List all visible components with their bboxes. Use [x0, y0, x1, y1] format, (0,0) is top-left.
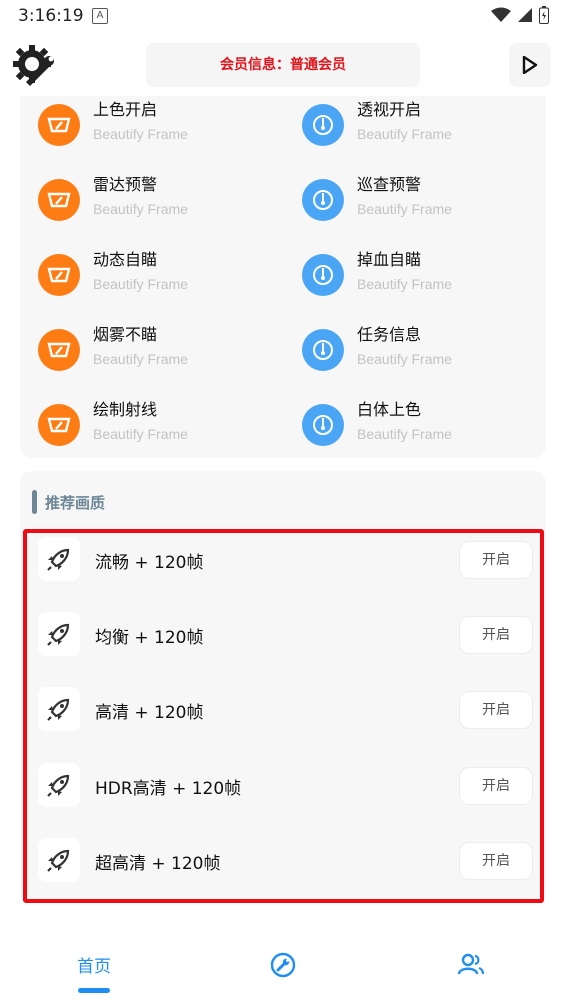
orange-badge-icon	[38, 404, 80, 446]
section-header: 推荐画质	[32, 489, 105, 515]
feature-subtitle: Beautify Frame	[357, 351, 452, 367]
blue-gauge-icon	[302, 254, 344, 296]
orange-badge-icon	[38, 104, 80, 146]
feature-item[interactable]: 动态自瞄 Beautify Frame	[20, 246, 260, 306]
status-time: 3:16:19	[18, 6, 84, 26]
feature-title: 掉血自瞄	[357, 250, 422, 269]
status-bar: 3:16:19 A	[0, 0, 565, 32]
feature-item[interactable]: 烟雾不瞄 Beautify Frame	[20, 321, 260, 381]
top-bar: 会员信息：普通会员	[0, 38, 565, 94]
orange-badge-icon	[38, 329, 80, 371]
wifi-icon	[491, 7, 511, 22]
feature-grid: 上色开启 透视开启 Beautify Frame Beautify Frame …	[20, 96, 546, 458]
feature-item[interactable]: 绘制射线 Beautify Frame	[20, 396, 260, 456]
feature-subtitle: Beautify Frame	[357, 426, 452, 442]
feature-item[interactable]: 巡查预警 Beautify Frame	[284, 171, 524, 231]
blue-gauge-icon	[302, 179, 344, 221]
bottom-nav: 首页	[0, 940, 565, 1004]
section-marker	[32, 490, 37, 514]
settings-wrench-icon[interactable]	[12, 44, 56, 88]
active-tab-indicator	[78, 988, 110, 993]
system-icons	[491, 6, 549, 24]
feature-item[interactable]: 白体上色 Beautify Frame	[284, 396, 524, 456]
nav-home-label: 首页	[77, 957, 111, 977]
blue-gauge-icon	[302, 329, 344, 371]
nav-tools-icon[interactable]	[270, 952, 296, 978]
feature-subtitle: Beautify Frame	[93, 126, 188, 142]
feature-subtitle: Beautify Frame	[93, 276, 188, 292]
feature-subtitle: Beautify Frame	[93, 351, 188, 367]
feature-subtitle: Beautify Frame	[93, 426, 188, 442]
blue-gauge-icon	[302, 104, 344, 146]
feature-subtitle: Beautify Frame	[93, 201, 188, 217]
feature-title: 巡查预警	[357, 175, 422, 194]
member-info: 会员信息：普通会员	[146, 43, 420, 87]
battery-icon	[539, 6, 549, 24]
feature-title: 任务信息	[357, 325, 422, 344]
feature-title: 绘制射线	[93, 400, 158, 419]
play-icon	[522, 56, 538, 74]
play-button[interactable]	[509, 43, 551, 87]
blue-gauge-icon	[302, 404, 344, 446]
nav-home-tab[interactable]: 首页	[74, 952, 114, 993]
feature-subtitle: Beautify Frame	[357, 201, 452, 217]
feature-item[interactable]: 任务信息 Beautify Frame	[284, 321, 524, 381]
feature-title: 动态自瞄	[93, 250, 158, 269]
feature-title: 透视开启	[357, 100, 422, 119]
signal-icon	[518, 8, 532, 22]
feature-title: 上色开启	[93, 100, 158, 119]
feature-item[interactable]: 掉血自瞄 Beautify Frame	[284, 246, 524, 306]
orange-badge-icon	[38, 254, 80, 296]
notification-icon: A	[92, 8, 108, 24]
feature-item[interactable]: 雷达预警 Beautify Frame	[20, 171, 260, 231]
feature-subtitle: Beautify Frame	[357, 126, 452, 142]
feature-subtitle: Beautify Frame	[357, 276, 452, 292]
nav-users-icon[interactable]	[457, 952, 485, 978]
section-title: 推荐画质	[45, 493, 106, 512]
feature-title: 雷达预警	[93, 175, 158, 194]
orange-badge-icon	[38, 179, 80, 221]
highlight-box	[23, 529, 544, 903]
feature-title: 烟雾不瞄	[93, 325, 158, 344]
feature-title: 白体上色	[357, 400, 422, 419]
